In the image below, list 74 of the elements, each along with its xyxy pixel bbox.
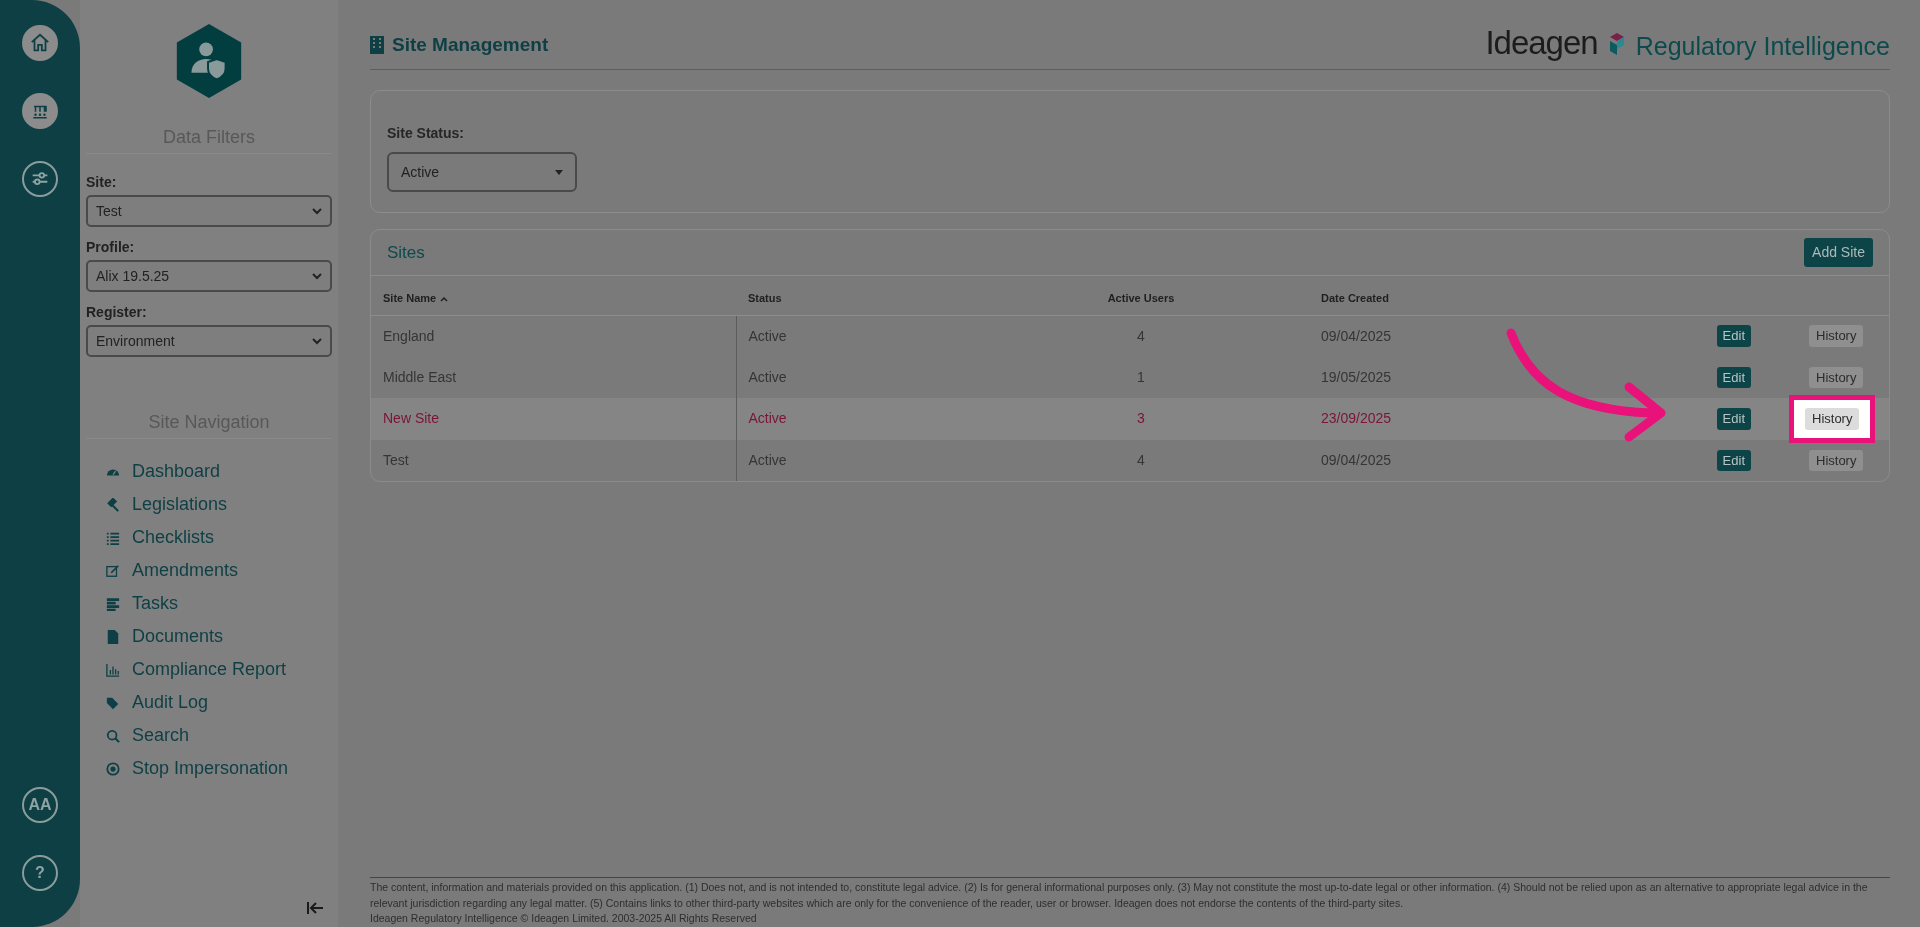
panel-title: Sites	[387, 241, 425, 264]
history-button[interactable]: History	[1809, 449, 1864, 471]
status-select[interactable]: Active	[387, 152, 577, 192]
edit-button[interactable]: Edit	[1716, 366, 1751, 388]
table-cell: 4	[1036, 439, 1309, 481]
nav-link[interactable]: Documents	[86, 620, 332, 653]
disclaimer-text: The content, information and materials provided on this application. (1) Does not, and is not intended to, constitute legal advice. (2) Is for general informational purposes only. (3) May not constitute the most up-to-date legal or other information. (4) Should not be relied upon as an alternative to appropriate legal advice in the relevant jurisdiction regarding any legal matter. (5) Contains links to other third-party websites which are only for the convenience of the reader, user or browser. Ideagen does not endorse the contents of the third-party sites.	[370, 879, 1869, 911]
sites-button[interactable]	[22, 93, 58, 129]
table-cell: 3	[1036, 398, 1309, 440]
table-cell: 4	[1036, 315, 1309, 357]
edit-button[interactable]: Edit	[1716, 325, 1751, 347]
nav-link[interactable]: Legislations	[86, 488, 332, 521]
nav-link[interactable]: Tasks	[86, 587, 332, 620]
filter-select[interactable]: Environment	[86, 325, 332, 357]
table-cell: Test	[371, 439, 736, 481]
table-cell: 09/04/2025	[1309, 315, 1629, 357]
column-header: Active Users	[1036, 275, 1309, 315]
edit-icon	[106, 563, 120, 578]
table-cell: England	[371, 315, 736, 357]
add-site-button[interactable]: Add Site	[1804, 238, 1873, 267]
column-header[interactable]: Site Name	[371, 275, 736, 315]
column-header: Date Created	[1309, 275, 1629, 315]
edit-button[interactable]: Edit	[1716, 449, 1751, 471]
table-cell: 1	[1036, 356, 1309, 398]
help-button[interactable]: ?	[22, 855, 58, 891]
search-icon	[106, 728, 120, 743]
caret-icon	[555, 169, 563, 175]
filter-label: Register:	[86, 303, 148, 322]
table-cell: Active	[736, 356, 1036, 398]
filter-select[interactable]: Alix 19.5.25	[86, 260, 332, 292]
chevron-down-icon	[312, 336, 322, 346]
tasks-icon	[106, 596, 120, 611]
history-button[interactable]: History	[1809, 325, 1864, 347]
nav-link[interactable]: Dashboard	[86, 455, 332, 488]
stop-icon	[106, 761, 120, 776]
history-button[interactable]: History	[1805, 408, 1860, 430]
column-header: Status	[736, 275, 1036, 315]
copyright-text: Ideagen Regulatory Intelligence © Ideagen Limited. 2003-2025 All Rights Reserved	[370, 911, 758, 927]
home-icon	[29, 32, 51, 54]
page-title: Site Management	[392, 32, 549, 57]
chevron-down-icon	[312, 206, 322, 216]
filter-label: Profile:	[86, 238, 136, 257]
history-button[interactable]: History	[1809, 366, 1864, 388]
bar-chart-icon	[106, 662, 120, 677]
avatar-button[interactable]: AA	[22, 787, 58, 823]
filter-select[interactable]: Test	[86, 195, 332, 227]
table-cell: Active	[736, 315, 1036, 357]
list-icon	[106, 530, 120, 545]
gavel-icon	[106, 497, 120, 512]
table-cell: Active	[736, 398, 1036, 440]
brand-logo: Ideagen	[1485, 26, 1598, 59]
nav-link[interactable]: Checklists	[86, 521, 332, 554]
edit-button[interactable]: Edit	[1716, 408, 1751, 430]
product-name: Regulatory Intelligence	[1635, 34, 1890, 59]
tag-icon	[106, 695, 120, 710]
table-cell: 19/05/2025	[1309, 356, 1629, 398]
sort-ascending-icon	[440, 296, 449, 303]
filter-label: Site Status:	[387, 124, 465, 143]
collapse-icon	[306, 899, 324, 916]
table-cell: 23/09/2025	[1309, 398, 1629, 440]
table-cell: 09/04/2025	[1309, 439, 1629, 481]
table-cell: New Site	[371, 398, 736, 440]
nav-link[interactable]: Amendments	[86, 554, 332, 587]
filters-button[interactable]	[22, 161, 58, 197]
home-button[interactable]	[22, 25, 58, 61]
filter-label: Site:	[86, 173, 118, 192]
nav-link[interactable]: Compliance Report	[86, 653, 332, 686]
chevron-down-icon	[312, 271, 322, 281]
nav-link[interactable]: Audit Log	[86, 686, 332, 719]
file-icon	[106, 629, 120, 644]
nav-link[interactable]: Stop Impersonation	[86, 752, 332, 785]
building-icon	[370, 35, 384, 54]
table-cell: Active	[736, 439, 1036, 481]
nav-link[interactable]: Search	[86, 719, 332, 752]
